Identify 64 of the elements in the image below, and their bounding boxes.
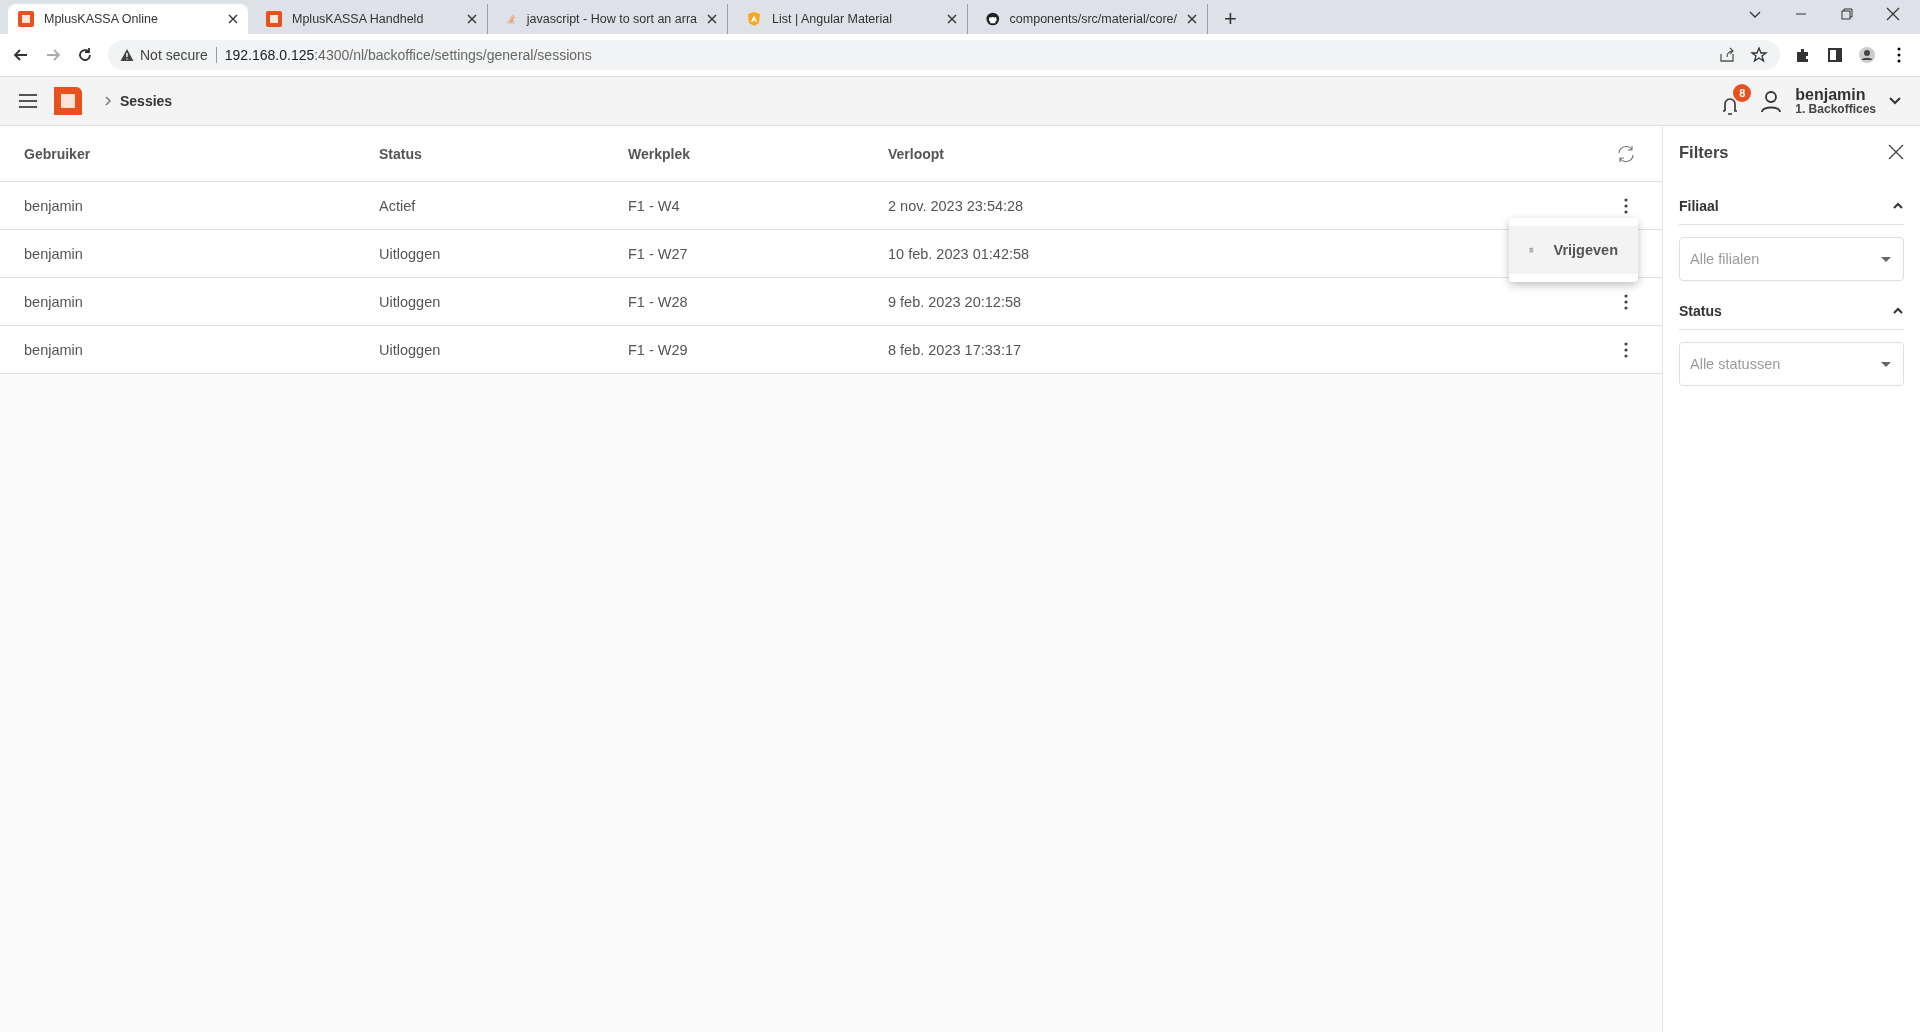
section-title: Filiaal (1679, 198, 1719, 214)
more-options-icon[interactable] (1624, 293, 1628, 310)
chevron-right-icon (104, 96, 112, 106)
close-icon[interactable] (228, 14, 238, 24)
chevron-up-icon[interactable] (1892, 202, 1904, 210)
address-bar[interactable]: Not secure 192.168.0.125:4300/nl/backoffice/settings/general/sessions (108, 40, 1780, 70)
more-options-icon[interactable] (1624, 341, 1628, 358)
bell-icon[interactable] (1721, 96, 1740, 116)
restore-icon[interactable] (1838, 5, 1856, 23)
caret-down-icon (1881, 256, 1891, 262)
user-icon[interactable] (1759, 89, 1784, 113)
table-cell-text: benjamin (24, 245, 84, 262)
table-cell-text: Uitloggen (379, 293, 442, 310)
table-cell-text: benjamin (24, 293, 84, 310)
table-cell-text: benjamin (24, 341, 84, 358)
share-icon[interactable] (1718, 46, 1736, 64)
chevron-down-icon[interactable] (1888, 96, 1902, 106)
profile-icon[interactable] (1858, 46, 1876, 64)
column-header[interactable]: Status (379, 145, 628, 162)
table-cell-text: F1 - W27 (628, 245, 689, 262)
table-cell-text: Actief (379, 197, 417, 214)
security-indicator[interactable]: Not secure (120, 47, 208, 63)
star-icon[interactable] (1750, 46, 1768, 64)
side-panel-icon[interactable] (1826, 46, 1844, 64)
logo-icon[interactable] (54, 87, 82, 115)
url-text: 192.168.0.125:4300/nl/backoffice/settings/general/sessions (224, 47, 592, 63)
shield-icon (746, 11, 762, 27)
octocat-icon (986, 11, 1000, 27)
user-name: benjamin (1795, 85, 1867, 104)
close-icon[interactable] (467, 14, 477, 24)
logo-icon (18, 11, 34, 27)
table-cell-text: Uitloggen (379, 245, 442, 262)
table-cell-text: F1 - W4 (628, 197, 681, 214)
table-cell-text: 2 nov. 2023 23:54:28 (888, 197, 1025, 214)
table-cell-text: 10 feb. 2023 01:42:58 (888, 245, 1031, 262)
menu-icon[interactable] (18, 93, 38, 109)
menu-item[interactable]: Vrijgeven (1509, 226, 1638, 274)
column-header[interactable]: Werkplek (628, 145, 888, 162)
close-icon[interactable] (1187, 14, 1197, 24)
browser-tab[interactable]: MplusKASSA Online (8, 4, 248, 34)
reload-icon[interactable] (76, 46, 94, 64)
logo-icon (266, 11, 282, 27)
breadcrumb-title: Sessies (120, 93, 173, 109)
chevron-up-icon[interactable] (1892, 307, 1904, 315)
new-tab-button[interactable]: + (1224, 8, 1237, 30)
close-icon[interactable] (707, 14, 717, 24)
table-cell-text: 9 feb. 2023 20:12:58 (888, 293, 1023, 310)
refresh-icon[interactable] (1617, 144, 1635, 163)
table-cell-text: benjamin (24, 197, 84, 214)
table-cell-text: Uitloggen (379, 341, 442, 358)
close-icon[interactable] (947, 14, 957, 24)
table-cell-text: 8 feb. 2023 17:33:17 (888, 341, 1023, 358)
user-location: 1. Backoffices (1795, 103, 1876, 117)
close-icon[interactable] (1884, 5, 1902, 23)
close-icon[interactable] (1888, 144, 1904, 160)
column-header[interactable]: Verloopt (888, 145, 1148, 162)
column-header[interactable]: Gebruiker (24, 145, 379, 162)
table-cell-text: F1 - W28 (628, 293, 689, 310)
notification-count: 8 (1733, 84, 1752, 102)
table-cell-text: F1 - W29 (628, 341, 689, 358)
more-options-icon[interactable] (1624, 197, 1628, 214)
section-title: Status (1679, 303, 1722, 319)
panel-title: Filters (1679, 142, 1729, 162)
caret-down-icon (1881, 361, 1891, 367)
